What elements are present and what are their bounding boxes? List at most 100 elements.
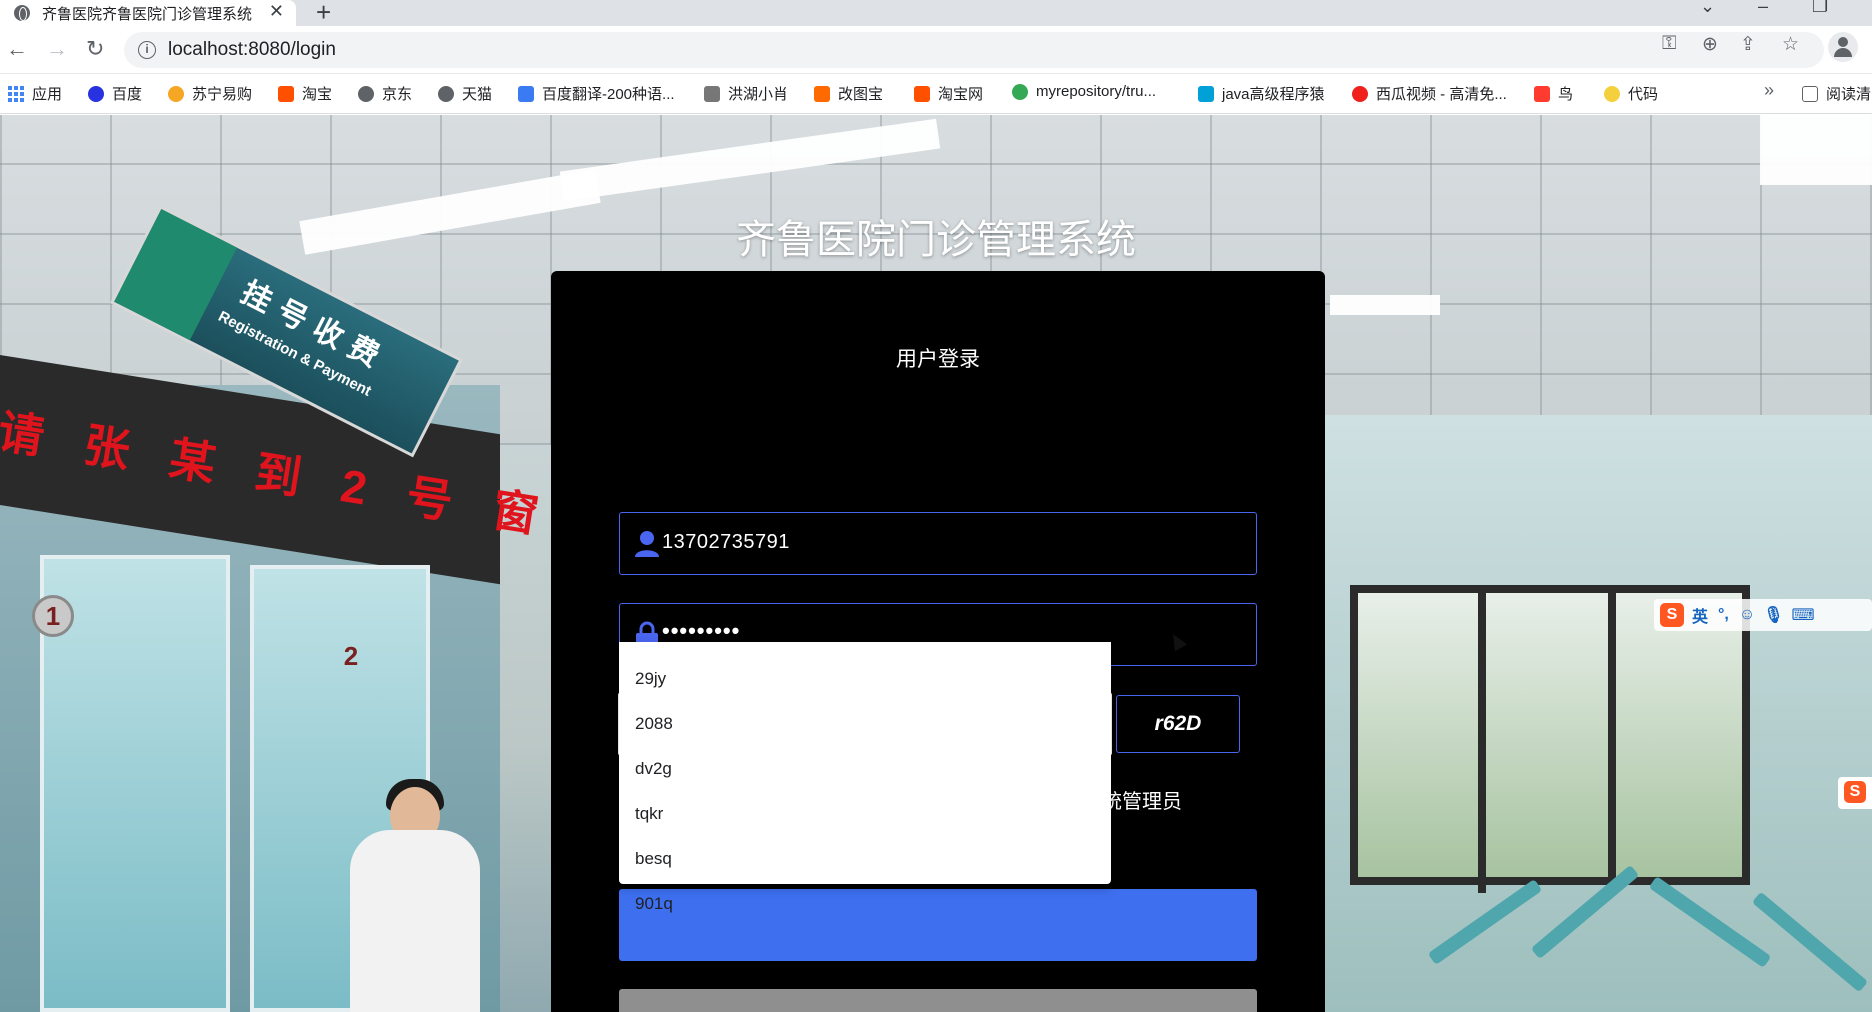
active-tab[interactable]: 齐鲁医院齐鲁医院门诊管理系统 ✕ — [0, 0, 296, 26]
profile-avatar[interactable] — [1828, 32, 1858, 62]
bookmark-xigua[interactable]: 西瓜视频 - 高清免... — [1352, 83, 1507, 104]
bilibili-icon — [1198, 85, 1214, 102]
autocomplete-option[interactable]: 901q — [619, 881, 1111, 926]
back-icon[interactable]: ← — [6, 36, 28, 62]
bookmark-label: myrepository/tru... — [1036, 83, 1157, 100]
bookmark-bird[interactable]: 鸟 — [1534, 83, 1573, 104]
autocomplete-option[interactable]: dv2g — [619, 746, 1111, 791]
zoom-icon[interactable]: ⊕ — [1702, 33, 1718, 56]
reading-list-icon — [1802, 85, 1818, 102]
window-mullion — [1478, 593, 1486, 893]
bookmark-baidu[interactable]: 百度 — [88, 83, 142, 104]
sogou-logo-icon: S — [1844, 781, 1866, 803]
bookmark-tmall[interactable]: 天猫 — [438, 83, 492, 104]
autocomplete-option[interactable]: tqkr — [619, 791, 1111, 836]
minimize-icon[interactable]: – — [1758, 0, 1768, 17]
ceiling-light — [1330, 295, 1440, 315]
bookmark-suning[interactable]: 苏宁易购 — [168, 83, 252, 104]
ime-language-label[interactable]: 英 — [1692, 603, 1708, 627]
translate-icon — [518, 85, 534, 102]
bookmark-label: 淘宝 — [302, 86, 333, 103]
ime-side-tab[interactable]: S — [1838, 777, 1872, 809]
bookmark-code[interactable]: 代码 — [1604, 83, 1658, 104]
bookmark-label: 京东 — [382, 86, 413, 103]
bookmark-label: 百度翻译-200种语... — [542, 86, 675, 103]
bookmark-jd[interactable]: 京东 — [358, 83, 412, 104]
bookmark-label: 百度 — [112, 86, 143, 103]
autocomplete-option[interactable]: 2088 — [619, 701, 1111, 746]
bookmark-taobao-net[interactable]: 淘宝网 — [914, 83, 983, 104]
bird-icon — [1534, 85, 1550, 102]
bookmarks-bar: 应用 百度 苏宁易购 淘宝 京东 天猫 百度翻译-200种语... 洪湖小肖 改… — [0, 74, 1872, 114]
omnibox[interactable]: i localhost:8080/login — [124, 32, 1824, 68]
bookmark-label: 苏宁易购 — [192, 86, 253, 103]
bookmark-label: 鸟 — [1558, 86, 1574, 103]
secondary-button[interactable] — [619, 989, 1257, 1012]
taobao-icon — [914, 85, 930, 102]
chrome-icon — [1012, 83, 1028, 100]
window-number-sign: 2 — [343, 641, 359, 671]
tab-title: 齐鲁医院齐鲁医院门诊管理系统 — [42, 5, 253, 23]
reading-list[interactable]: 阅读清 — [1802, 83, 1871, 104]
tab-strip: 齐鲁医院齐鲁医院门诊管理系统 ✕ + ⌄ – ❐ — [0, 0, 1872, 28]
autocomplete-option[interactable]: 29jy — [619, 656, 1111, 701]
globe-icon — [14, 5, 30, 21]
ime-mic-icon[interactable]: 🎙 — [1763, 605, 1783, 625]
window-mullion — [1608, 593, 1616, 893]
bookmark-myrepository[interactable]: myrepository/tru... — [1012, 83, 1156, 100]
reading-list-label: 阅读清 — [1826, 86, 1872, 103]
honghu-icon — [704, 85, 720, 102]
globe-icon — [358, 85, 374, 102]
bookmark-taobao[interactable]: 淘宝 — [278, 83, 332, 104]
ime-toolbar[interactable]: S 英 °, ☺ 🎙 ⌨ — [1654, 599, 1872, 631]
nurse-figure — [350, 830, 480, 1012]
user-icon — [635, 531, 659, 557]
bookmark-star-icon[interactable]: ☆ — [1782, 33, 1799, 56]
username-field[interactable]: 13702735791 — [619, 512, 1257, 575]
forward-icon[interactable]: → — [46, 36, 68, 62]
gaitubao-icon — [814, 85, 830, 102]
ime-emoji-icon[interactable]: ☺ — [1739, 606, 1755, 624]
bookmark-label: 西瓜视频 - 高清免... — [1376, 86, 1507, 103]
window-number-sign: 1 — [32, 595, 74, 637]
bookmark-label: 淘宝网 — [938, 86, 984, 103]
sogou-logo-icon: S — [1660, 603, 1684, 627]
bookmark-gaitubao[interactable]: 改图宝 — [814, 83, 883, 104]
bookmark-label: 应用 — [32, 86, 63, 103]
code-icon — [1604, 85, 1620, 102]
taobao-icon — [278, 85, 294, 102]
suning-icon — [168, 85, 184, 102]
bookmark-baidu-translate[interactable]: 百度翻译-200种语... — [518, 83, 675, 104]
url-text[interactable]: localhost:8080/login — [168, 39, 336, 61]
ceiling-light — [1760, 115, 1872, 185]
globe-icon — [438, 85, 454, 102]
bookmark-honghu[interactable]: 洪湖小肖 — [704, 83, 788, 104]
ime-keyboard-icon[interactable]: ⌨ — [1792, 605, 1815, 625]
address-bar: ← → ↻ i localhost:8080/login ⚿ ⊕ ⇪ ☆ — [0, 26, 1872, 74]
ime-punctuation-icon[interactable]: °, — [1718, 606, 1729, 624]
share-icon[interactable]: ⇪ — [1740, 33, 1756, 56]
tab-search-icon[interactable]: ⌄ — [1700, 0, 1715, 17]
password-value[interactable]: ••••••••• — [662, 618, 740, 644]
site-info-icon[interactable]: i — [138, 41, 156, 59]
bookmark-label: 改图宝 — [838, 86, 884, 103]
baidu-paw-icon — [88, 85, 104, 102]
bookmarks-more-icon[interactable]: » — [1764, 80, 1774, 101]
bookmark-java[interactable]: java高级程序猿 — [1198, 83, 1325, 104]
restore-icon[interactable]: ❐ — [1812, 0, 1828, 17]
tab-close-icon[interactable]: ✕ — [269, 1, 284, 22]
captcha-image[interactable]: r62D — [1116, 695, 1240, 753]
reload-icon[interactable]: ↻ — [86, 36, 104, 62]
key-icon[interactable]: ⚿ — [1662, 33, 1676, 55]
bookmark-apps[interactable]: 应用 — [8, 83, 62, 104]
autocomplete-option[interactable]: besq — [619, 836, 1111, 881]
xigua-play-icon — [1352, 85, 1368, 102]
bookmark-label: 天猫 — [462, 86, 493, 103]
captcha-autocomplete-dropdown: 29jy 2088 dv2g tqkr besq 901q — [619, 642, 1111, 913]
role-option-label[interactable]: 统管理员 — [1102, 785, 1242, 814]
new-tab-button[interactable]: + — [316, 0, 331, 28]
bookmark-label: 洪湖小肖 — [728, 86, 789, 103]
bookmark-label: java高级程序猿 — [1222, 86, 1325, 103]
bookmark-label: 代码 — [1628, 86, 1659, 103]
username-value[interactable]: 13702735791 — [662, 531, 790, 554]
